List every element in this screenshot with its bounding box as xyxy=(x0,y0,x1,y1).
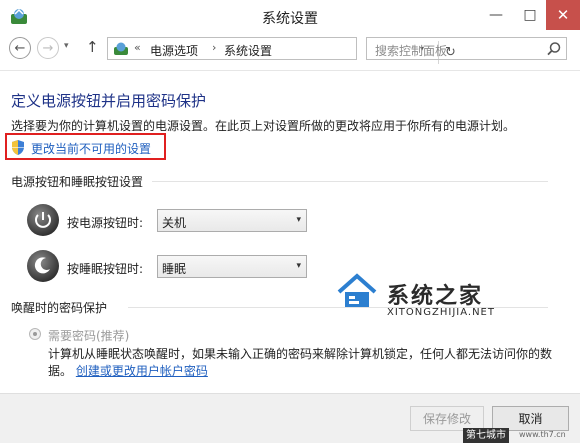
control-panel-icon xyxy=(114,42,128,55)
section-divider xyxy=(128,307,548,308)
divider xyxy=(0,70,580,71)
page-description: 选择要为你的计算机设置的电源设置。在此页上对设置所做的更改将应用于你所有的电源计… xyxy=(11,119,516,133)
address-bar[interactable]: « 电源选项 › 系统设置 ▾ ↻ xyxy=(107,37,456,64)
create-change-password-link[interactable]: 创建或更改用户帐户密码 xyxy=(76,364,208,378)
recent-locations-dropdown[interactable]: ▾ xyxy=(64,41,69,51)
section-divider xyxy=(152,181,548,182)
chevron-down-icon: ▾ xyxy=(296,215,301,225)
navigation-bar: ← → ▾ ↑ « 电源选项 › 系统设置 ▾ ↻ 搜索控制面板 xyxy=(0,34,580,64)
forward-button[interactable]: → xyxy=(37,37,59,59)
search-icon[interactable] xyxy=(545,40,563,58)
power-button-icon xyxy=(27,204,59,236)
minimize-button[interactable]: — xyxy=(479,0,513,30)
title-bar: 系统设置 — □ ✕ xyxy=(0,0,580,34)
corner-watermark-url: www.th7.cn xyxy=(519,430,566,439)
password-section-heading: 唤醒时的密码保护 xyxy=(11,301,108,315)
address-overflow-chevron[interactable]: « xyxy=(134,41,141,54)
watermark-url: XITONGZHIJIA.NET xyxy=(387,307,495,318)
require-password-radio[interactable] xyxy=(29,328,41,340)
breadcrumb-system-settings[interactable]: 系统设置 xyxy=(224,42,272,59)
watermark-logo-icon xyxy=(337,273,377,308)
watermark: 系统之家 XITONGZHIJIA.NET xyxy=(335,272,535,322)
up-button[interactable]: ↑ xyxy=(86,38,99,56)
sleep-button-action-select[interactable]: 睡眠 ▾ xyxy=(157,255,307,278)
chevron-down-icon: ▾ xyxy=(296,261,301,271)
power-button-action-select[interactable]: 关机 ▾ xyxy=(157,209,307,232)
search-placeholder: 搜索控制面板 xyxy=(375,44,448,58)
password-description: 计算机从睡眠状态唤醒时，如果未输入正确的密码来解除计算机锁定，任何人都无法访问你… xyxy=(48,346,558,380)
sleep-button-label: 按睡眠按钮时: xyxy=(67,262,144,276)
maximize-button[interactable]: □ xyxy=(513,0,547,30)
corner-watermark: 第七城市 xyxy=(463,428,509,443)
close-button[interactable]: ✕ xyxy=(546,0,580,30)
search-input[interactable]: 搜索控制面板 xyxy=(366,37,567,60)
back-button[interactable]: ← xyxy=(9,37,31,59)
change-unavailable-settings-link[interactable]: 更改当前不可用的设置 xyxy=(31,140,151,157)
power-button-action-value: 关机 xyxy=(162,216,187,230)
breadcrumb-power-options[interactable]: 电源选项 xyxy=(150,42,198,59)
uac-shield-icon xyxy=(12,140,24,155)
page-title: 定义电源按钮并启用密码保护 xyxy=(11,92,207,110)
watermark-name: 系统之家 xyxy=(387,284,484,309)
require-password-label: 需要密码(推荐) xyxy=(48,329,130,343)
sleep-button-icon xyxy=(27,250,59,282)
breadcrumb-separator[interactable]: › xyxy=(212,41,216,54)
power-button-label: 按电源按钮时: xyxy=(67,216,144,230)
power-buttons-section-heading: 电源按钮和睡眠按钮设置 xyxy=(11,175,144,189)
sleep-button-action-value: 睡眠 xyxy=(162,262,187,276)
